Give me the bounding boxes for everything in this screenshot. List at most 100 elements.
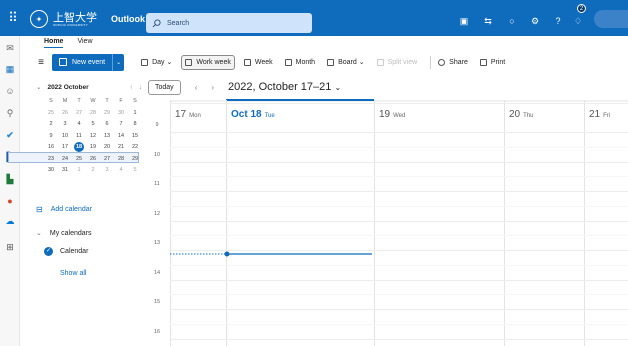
day-view-icon [141,58,149,66]
mini-calendar-day[interactable]: 26 [86,154,100,166]
mini-calendar-day[interactable]: 4 [72,119,86,131]
calendar-icon[interactable]: ▦ [3,62,17,76]
previous-week-arrow-icon[interactable]: ‹ [195,83,198,92]
mini-calendar-day[interactable]: 9 [44,131,58,143]
mini-calendar-day[interactable]: 29 [100,108,114,120]
mini-calendar-day[interactable]: 30 [114,108,128,120]
day-column-header[interactable]: 21 Fri [584,100,628,128]
day-number: 17 [175,109,187,120]
day-column-header[interactable]: 17 Mon [170,100,226,128]
add-calendar-label: Add calendar [50,206,92,213]
collapse-chevron-icon[interactable]: ⌄ [36,83,41,91]
my-day-icon[interactable]: ⇆ [479,11,497,31]
calendar-item[interactable]: ✓ Calendar [44,247,88,256]
mini-calendar-day[interactable]: 30 [44,165,58,177]
mail-icon[interactable]: ✉ [3,41,17,55]
teams-icon[interactable]: ▣ [455,11,473,31]
attachment-icon[interactable]: ⚲ [3,106,17,120]
university-name-en: SOPHIA UNIVERSITY [53,22,89,27]
people-icon[interactable]: ☺ [3,84,17,98]
next-week-arrow-icon[interactable]: › [211,83,214,92]
calendar-checkmark-icon[interactable]: ✓ [44,247,53,256]
mini-calendar-day[interactable]: 18 [72,142,86,154]
mini-calendar-day[interactable]: 28 [114,154,128,166]
mini-calendar-day[interactable]: 11 [72,131,86,143]
share-button[interactable]: Share [435,55,471,70]
todo-check-icon[interactable]: ✔ [3,128,17,142]
mini-calendar-day[interactable]: 24 [58,154,72,166]
mini-calendar-day[interactable]: 10 [58,131,72,143]
more-apps-icon[interactable]: ⊞ [3,240,17,254]
mini-calendar-day[interactable]: 19 [86,142,100,154]
new-event-dropdown-chevron-icon[interactable]: ⌄ [112,53,125,71]
day-column-header[interactable]: 19 Wed [374,100,504,128]
help-icon[interactable]: ? [549,11,567,31]
mini-calendar-day[interactable]: 8 [128,119,142,131]
mini-calendar-day[interactable]: 27 [100,154,114,166]
mini-calendar-day[interactable]: 6 [100,119,114,131]
notifications-bell-icon[interactable]: ♢ [569,11,587,31]
mini-calendar-day[interactable]: 22 [128,142,142,154]
mini-calendar-day[interactable]: 17 [58,142,72,154]
day-weekday: Wed [393,113,406,119]
toolbar-divider [430,55,432,69]
previous-month-arrow-icon[interactable]: ↑ [130,84,133,91]
mini-calendar-day[interactable]: 26 [58,108,72,120]
search-box[interactable]: Search [146,13,312,33]
mini-calendar-day[interactable]: 28 [86,108,100,120]
print-button[interactable]: Print [477,55,508,70]
brand[interactable]: ✦ 上智大学 SOPHIA UNIVERSITY Outlook [30,9,145,29]
mini-calendar-day[interactable]: 14 [114,131,128,143]
account-avatar[interactable] [594,10,628,28]
mini-calendar-day[interactable]: 29 [128,154,142,166]
tab-view[interactable]: View [77,38,92,48]
mini-calendar-day[interactable]: 7 [114,119,128,131]
mini-calendar-day[interactable]: 5 [128,165,142,177]
add-calendar-link[interactable]: ⊟ Add calendar [36,205,92,214]
circle-icon[interactable]: ○ [503,11,521,31]
mini-calendar-day[interactable]: 21 [114,142,128,154]
day-column-date: 21 Fri [589,109,610,120]
settings-gear-icon[interactable]: ⚙ [526,11,544,31]
mini-calendar-day[interactable]: 3 [100,165,114,177]
today-button[interactable]: Today [148,79,181,95]
mini-calendar-day[interactable]: 2 [44,119,58,131]
mini-calendar-day[interactable]: 20 [100,142,114,154]
hamburger-menu-icon[interactable]: ≡ [34,57,48,68]
day-column-header[interactable]: 20 Thu [504,100,584,128]
new-event-button[interactable]: New event [52,53,113,71]
mini-calendar-day[interactable]: 3 [58,119,72,131]
next-month-arrow-icon[interactable]: ↓ [139,84,142,91]
weekday-header: M [62,98,68,104]
app-launcher-icon[interactable]: ⠿ [4,9,22,27]
view-board-button[interactable]: Board ⌄ [324,55,368,70]
view-week-button[interactable]: Week [241,55,276,70]
view-board-label: Board [338,58,357,66]
mini-calendar-day[interactable]: 25 [72,154,86,166]
mini-calendar-day[interactable]: 27 [72,108,86,120]
split-view-button[interactable]: Split view [374,55,421,70]
day-column-header[interactable]: Oct 18 Tue [226,100,374,128]
mini-calendar-day[interactable]: 12 [86,131,100,143]
view-day-button[interactable]: Day ⌄ [138,55,175,70]
onedrive-icon[interactable]: ☁ [3,214,17,228]
mini-calendar-day[interactable]: 2 [86,165,100,177]
view-month-button[interactable]: Month [282,55,318,70]
mini-calendar-day[interactable]: 4 [114,165,128,177]
mini-calendar-day[interactable]: 1 [72,165,86,177]
tab-home[interactable]: Home [44,38,64,48]
mini-calendar-day[interactable]: 5 [86,119,100,131]
show-all-link[interactable]: Show all [60,270,86,277]
view-work-week-button[interactable]: Work week [181,54,235,70]
mini-calendar-day[interactable]: 15 [128,131,142,143]
mini-calendar-day[interactable]: 23 [44,154,58,166]
date-range-label[interactable]: 2022, October 17–21 ⌄ [228,81,341,93]
my-calendars-header[interactable]: ⌄ My calendars [36,229,92,238]
office-icon[interactable]: ● [3,194,17,208]
mini-calendar-day[interactable]: 25 [44,108,58,120]
mini-calendar-day[interactable]: 31 [58,165,72,177]
mini-calendar-day[interactable]: 13 [100,131,114,143]
mini-calendar-day[interactable]: 1 [128,108,142,120]
mini-calendar-day[interactable]: 16 [44,142,58,154]
excel-icon[interactable]: ▙ [3,172,17,186]
